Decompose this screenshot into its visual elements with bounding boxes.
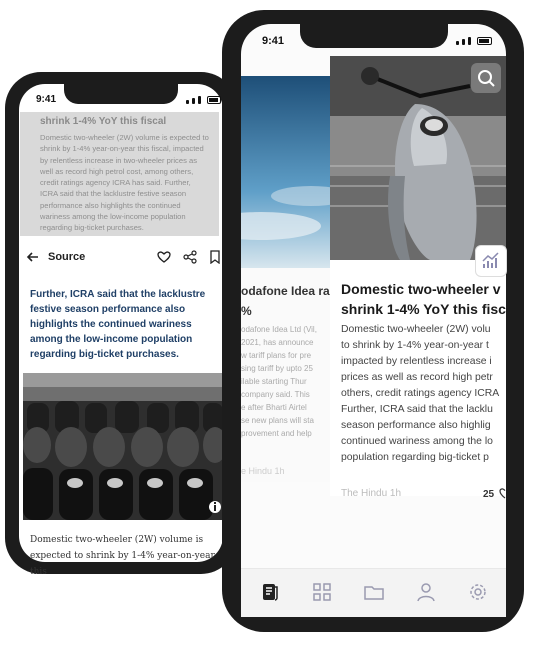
source-label[interactable]: Source (48, 251, 85, 263)
trend-chart-icon (482, 252, 499, 268)
grid-icon[interactable] (311, 581, 333, 603)
heart-icon[interactable] (157, 250, 171, 264)
sky-image (241, 76, 330, 268)
body-line: prices as well as record high petr (341, 372, 493, 383)
folder-icon[interactable] (363, 581, 385, 603)
body-line: population regarding big-ticket p (341, 452, 489, 463)
status-icons (186, 96, 221, 104)
heart-icon (499, 488, 506, 499)
side-card-title: odafone Idea ra % (241, 284, 330, 318)
body-line: season performance also highlig (341, 420, 491, 431)
main-card-title-line-1: Domestic two-wheeler v (341, 281, 501, 297)
trending-button[interactable] (475, 245, 507, 277)
main-card-title-line-2: shrink 1-4% YoY this fisca (341, 301, 506, 317)
body-line: Further, ICRA said that the lacklu (341, 404, 493, 415)
article-quote: Further, ICRA said that the lacklustre f… (30, 289, 206, 360)
front-phone-notch (300, 24, 448, 48)
status-time: 9:41 (36, 94, 57, 105)
body-line: continued wariness among the lo (341, 436, 493, 447)
articles-icon[interactable] (259, 581, 281, 603)
share-icon[interactable] (183, 250, 197, 264)
back-phone-notch (64, 84, 178, 104)
search-icon (478, 70, 495, 87)
scooter-lot-image (23, 373, 223, 520)
body-line: others, credit ratings agency ICRA (341, 388, 500, 399)
main-card-title[interactable]: Domestic two-wheeler v shrink 1-4% YoY t… (341, 279, 506, 319)
body-line: impacted by relentless increase i (341, 356, 492, 367)
preview-body: Domestic two-wheeler (2W) volume is expe… (40, 133, 209, 233)
status-time: 9:41 (262, 35, 285, 47)
article-body-text: Domestic two-wheeler (2W) volume is expe… (30, 535, 215, 577)
article-preview-card[interactable]: shrink 1-4% YoY this fiscal Domestic two… (20, 112, 219, 236)
bottom-tab-bar (241, 568, 506, 617)
like-count[interactable]: 25 (483, 487, 511, 500)
like-count-value: 25 (483, 489, 495, 500)
preview-title: shrink 1-4% YoY this fiscal (40, 116, 167, 127)
bookmark-icon[interactable] (210, 250, 220, 264)
status-icons (456, 37, 492, 45)
back-arrow-icon[interactable] (26, 250, 40, 264)
search-button[interactable] (471, 63, 501, 93)
previous-news-card[interactable]: odafone Idea ra % odafone Idea Ltd (Vil,… (241, 76, 330, 482)
body-line: Domestic two-wheeler (2W) volu (341, 324, 491, 335)
main-card-source: The Hindu 1h (341, 488, 402, 499)
side-card-body: odafone Idea Ltd (Vil, 2021, has announc… (241, 325, 317, 438)
source-toolbar: Source (20, 240, 220, 274)
user-icon[interactable] (415, 581, 437, 603)
main-card-body: Domestic two-wheeler (2W) volu to shrink… (341, 322, 506, 466)
side-card-source: e Hindu 1h (241, 466, 285, 476)
body-line: to shrink by 1-4% year-on-year t (341, 340, 489, 351)
settings-icon[interactable] (467, 581, 489, 603)
